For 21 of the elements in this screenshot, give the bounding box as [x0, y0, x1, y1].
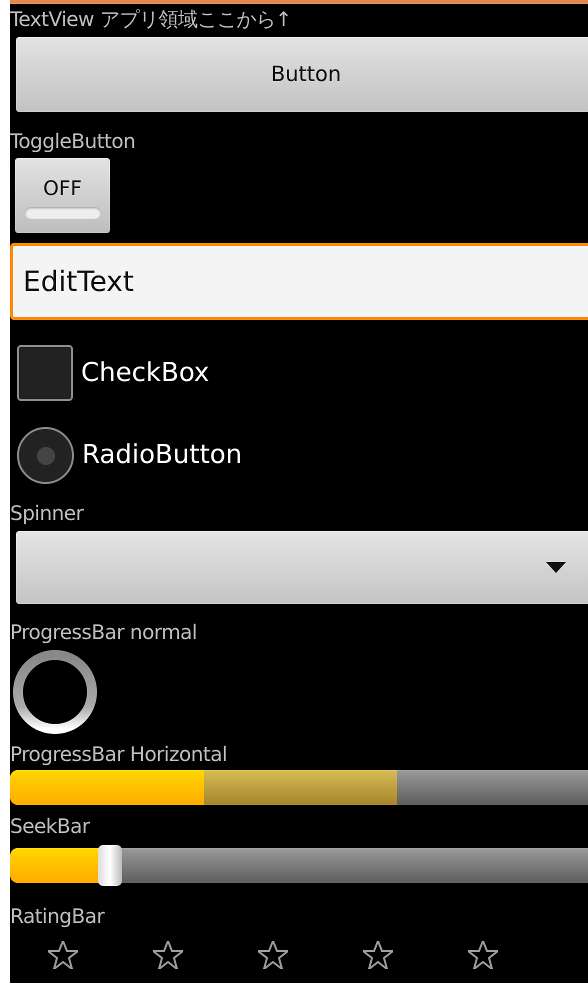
- checkbox[interactable]: [17, 345, 73, 401]
- star-icon: [468, 941, 498, 969]
- button[interactable]: Button: [16, 37, 588, 112]
- star-icon: [363, 941, 393, 969]
- checkbox-label[interactable]: CheckBox: [81, 354, 210, 392]
- text-view: TextView アプリ領域ここから↑: [10, 6, 293, 32]
- star-icon: [153, 941, 183, 969]
- star-icon: [48, 941, 78, 969]
- field-label: ProgressBar Horizontal: [10, 741, 228, 767]
- star-icon: [258, 941, 288, 969]
- dropdown-arrow-icon: [546, 562, 566, 573]
- seekbar-thumb[interactable]: [98, 845, 122, 886]
- text-field[interactable]: EditText: [10, 243, 588, 320]
- field-label: RatingBar: [10, 903, 106, 929]
- radio-label[interactable]: RadioButton: [82, 436, 242, 475]
- spinner-ring-icon: [10, 647, 100, 737]
- toggle-button[interactable]: OFF: [15, 158, 110, 233]
- field-label: SeekBar: [10, 813, 92, 839]
- field-label: Spinner: [10, 500, 85, 526]
- field-label: ToggleButton: [10, 128, 136, 154]
- field-label: ProgressBar normal: [10, 619, 198, 645]
